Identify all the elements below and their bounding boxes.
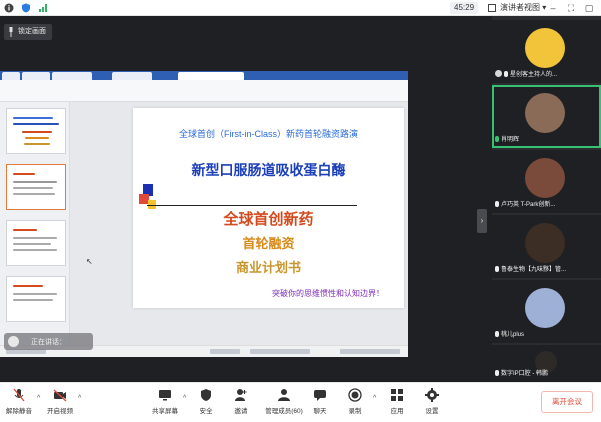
participant-tile[interactable]: 鲁泰生物【九味黟】管...: [492, 215, 601, 278]
apps-button[interactable]: 应用: [380, 386, 414, 420]
slide-thumbnail[interactable]: [6, 276, 66, 322]
participant-tile[interactable]: 数字IP口腔 - 韩鹏: [492, 345, 601, 382]
participant-name: 卢巧英 T-Park创新...: [495, 199, 597, 211]
mouse-cursor-icon: ↖: [86, 257, 93, 266]
meeting-toolbar: 解除静音 ^ 开启视频 ^ 共享屏幕 ^ 安全 邀请 管理成员(60) 聊天 录…: [0, 382, 601, 422]
unmute-button[interactable]: 解除静音: [2, 386, 36, 420]
mic-icon: [495, 136, 499, 142]
slide-heading-2: 首轮融资: [242, 236, 295, 251]
active-speaker-pill: 正在讲话：: [4, 333, 93, 350]
share-screen-button[interactable]: 共享屏幕: [148, 386, 182, 420]
chat-icon: [314, 390, 326, 401]
app-tab[interactable]: [52, 72, 92, 80]
record-button[interactable]: 录制: [338, 386, 372, 420]
mic-icon: [495, 331, 499, 337]
share-screen-icon: [159, 390, 171, 401]
slide-tagline: 突破你的思维惯性和认知边界！: [272, 289, 384, 298]
chevron-up-icon[interactable]: ^: [78, 395, 81, 402]
avatar: [525, 28, 565, 68]
collapse-panel-button[interactable]: ›: [477, 209, 487, 233]
camera-off-icon: [53, 389, 67, 402]
top-bar: 45:29 演讲者视图 ▾ – ⛶ ▢: [0, 0, 601, 16]
slide-thumbnail[interactable]: [6, 220, 66, 266]
mic-icon: [504, 71, 508, 77]
fullscreen-icon[interactable]: ⛶: [566, 3, 576, 13]
active-speaker-label: 正在讲话：: [31, 339, 66, 346]
signal-icon: [38, 3, 48, 13]
chevron-up-icon[interactable]: ^: [373, 395, 376, 402]
app-tab-strip: [0, 71, 408, 80]
settings-icon: [425, 388, 439, 402]
slide-editor-canvas: 全球首创（First-in-Class）新药首轮融资路演 新型口服肠道吸收蛋白酶…: [70, 102, 408, 345]
avatar: [525, 288, 565, 328]
participant-tile-active[interactable]: 肖明辉: [492, 85, 601, 148]
grid-icon: [488, 4, 496, 12]
speaker-avatar: [8, 336, 19, 347]
shield-icon[interactable]: [21, 3, 31, 13]
mic-icon: [495, 266, 499, 272]
lock-view-button[interactable]: 锁定画面: [4, 24, 52, 40]
shared-screen[interactable]: 全球首创（First-in-Class）新药首轮融资路演 新型口服肠道吸收蛋白酶…: [0, 71, 408, 357]
invite-button[interactable]: 邀请: [224, 386, 258, 420]
main-stage: 锁定画面 全球首创（First-in-Class）新药首轮融资路演 新型口服肠道…: [0, 16, 492, 382]
view-mode-selector[interactable]: 演讲者视图 ▾: [488, 2, 546, 14]
meeting-timer: 45:29: [450, 2, 479, 14]
info-icon[interactable]: [4, 3, 14, 13]
chevron-down-icon: ▾: [542, 3, 547, 12]
slide-title: 新型口服肠道吸收蛋白酶: [191, 162, 346, 178]
security-button[interactable]: 安全: [189, 386, 223, 420]
chat-button[interactable]: 聊天: [303, 386, 337, 420]
host-icon: [495, 70, 502, 77]
participant-name: 肖明辉: [495, 134, 597, 146]
participant-name: 桃儿plus: [495, 329, 597, 341]
slide-heading-3: 商业计划书: [235, 260, 301, 275]
manage-members-button[interactable]: 管理成员(60): [262, 386, 306, 420]
mic-icon: [495, 201, 499, 207]
participant-tile[interactable]: 卢巧英 T-Park创新...: [492, 150, 601, 213]
leave-meeting-button[interactable]: 离开会议: [541, 391, 593, 413]
apps-icon: [391, 389, 403, 401]
current-slide[interactable]: 全球首创（First-in-Class）新药首轮融资路演 新型口服肠道吸收蛋白酶…: [133, 108, 404, 308]
settings-button[interactable]: 设置: [415, 386, 449, 420]
participant-tile[interactable]: 桃儿plus: [492, 280, 601, 343]
slide-subtitle: 全球首创（First-in-Class）新药首轮融资路演: [179, 129, 358, 139]
members-icon: [278, 389, 290, 401]
invite-icon: [235, 389, 247, 401]
restore-icon[interactable]: ▢: [584, 3, 594, 13]
app-tab[interactable]: [2, 72, 20, 80]
avatar: [525, 93, 565, 133]
participant-tile[interactable]: 星创客主持人的...: [492, 20, 601, 83]
view-mode-label: 演讲者视图: [500, 3, 540, 12]
participant-name: 数字IP口腔 - 韩鹏: [495, 368, 597, 380]
slide-heading-1: 全球首创新药: [223, 211, 314, 228]
app-ribbon: [0, 80, 408, 102]
participants-panel: 星创客主持人的... 肖明辉 卢巧英 T-Park创新... 鲁泰生物【九味黟】…: [492, 16, 601, 382]
participant-name: 星创客主持人的...: [495, 69, 597, 81]
app-tab-active[interactable]: [178, 72, 244, 80]
slide-thumbnail-panel: [0, 102, 70, 345]
shield-icon: [201, 389, 211, 401]
start-video-button[interactable]: 开启视频: [43, 386, 77, 420]
chevron-up-icon[interactable]: ^: [183, 395, 186, 402]
pin-icon: [9, 27, 13, 37]
slide-thumbnail[interactable]: [6, 108, 66, 154]
lock-view-label: 锁定画面: [18, 28, 46, 35]
avatar: [525, 223, 565, 263]
minimize-icon[interactable]: –: [548, 3, 558, 13]
slide-thumbnail-selected[interactable]: [6, 164, 66, 210]
app-tab[interactable]: [112, 72, 152, 80]
mic-muted-icon: [13, 388, 25, 402]
mic-icon: [495, 370, 499, 376]
decor-line: [147, 205, 357, 206]
app-tab[interactable]: [22, 72, 50, 80]
chevron-up-icon[interactable]: ^: [37, 395, 40, 402]
record-icon: [348, 388, 362, 402]
participant-name: 鲁泰生物【九味黟】管...: [495, 264, 597, 276]
avatar: [525, 158, 565, 198]
